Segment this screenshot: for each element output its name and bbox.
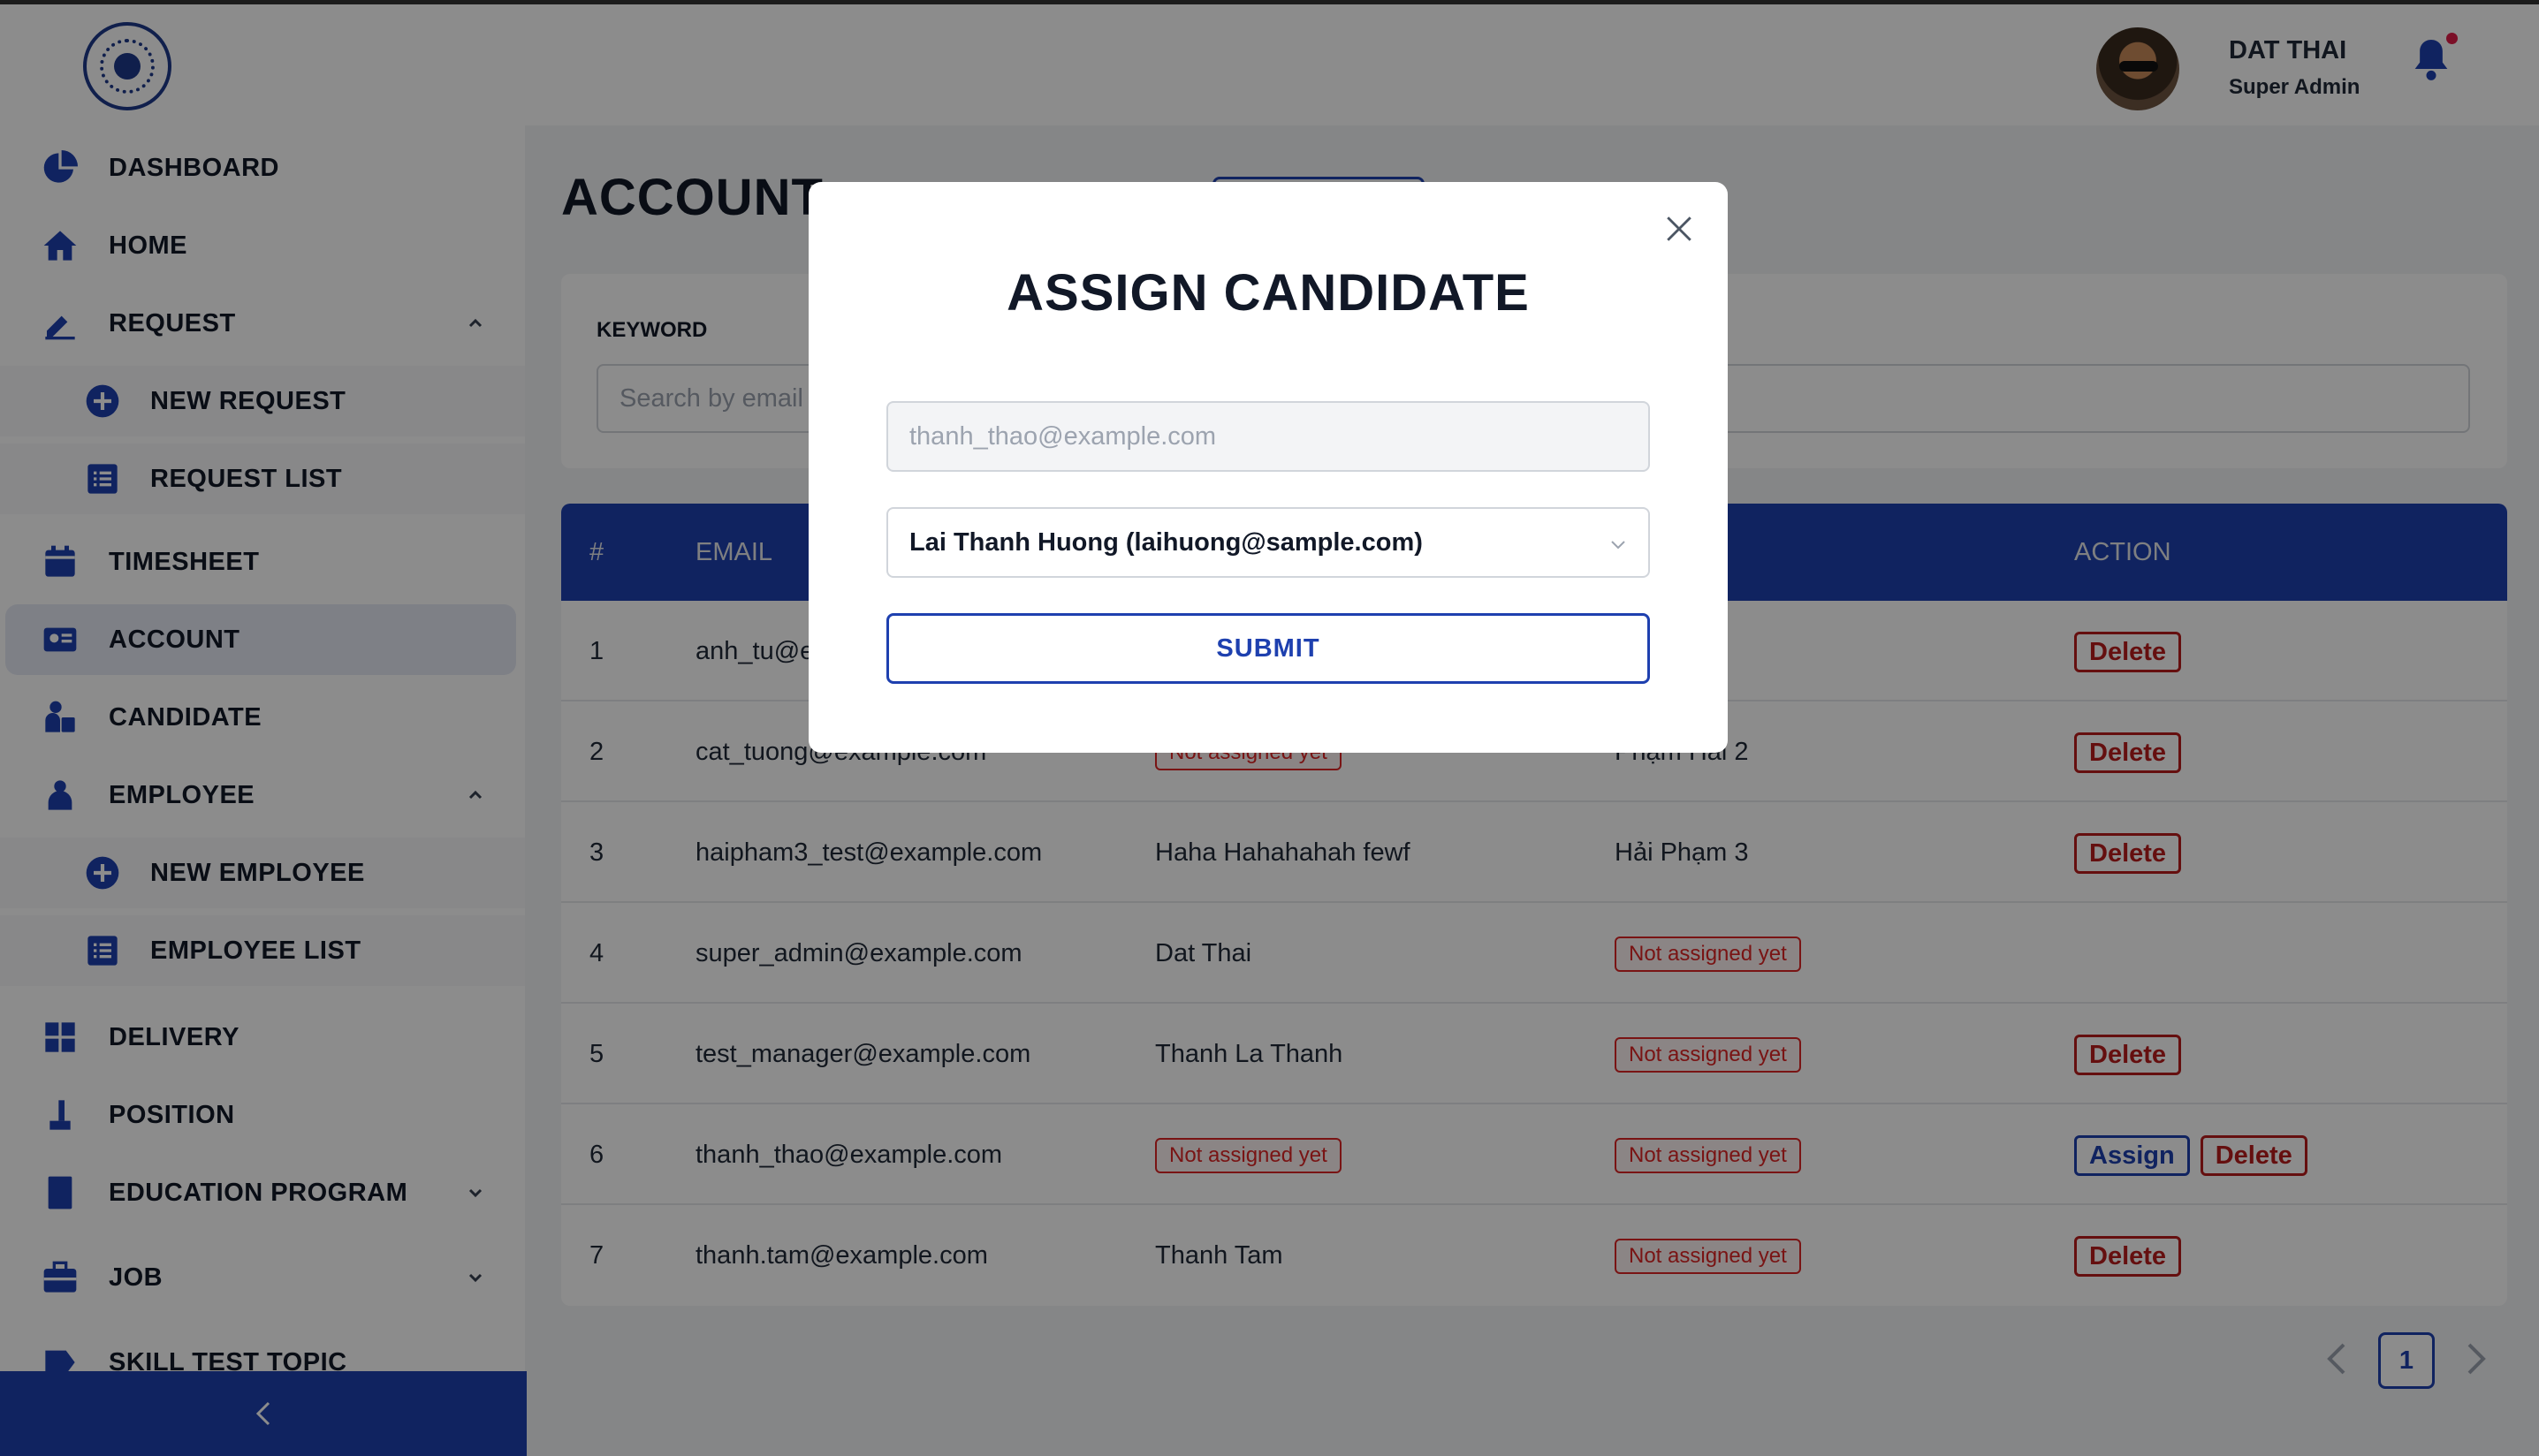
modal-title: ASSIGN CANDIDATE [1007, 264, 1530, 322]
submit-button[interactable]: SUBMIT [886, 613, 1650, 684]
chevron-down-icon [1611, 541, 1625, 550]
candidate-select-value: Lai Thanh Huong (laihuong@sample.com) [909, 528, 1423, 557]
candidate-select[interactable]: Lai Thanh Huong (laihuong@sample.com) [886, 507, 1650, 578]
close-icon[interactable] [1664, 214, 1694, 244]
assign-candidate-modal: ASSIGN CANDIDATE thanh_thao@example.com … [809, 182, 1728, 753]
email-field[interactable]: thanh_thao@example.com [886, 401, 1650, 472]
